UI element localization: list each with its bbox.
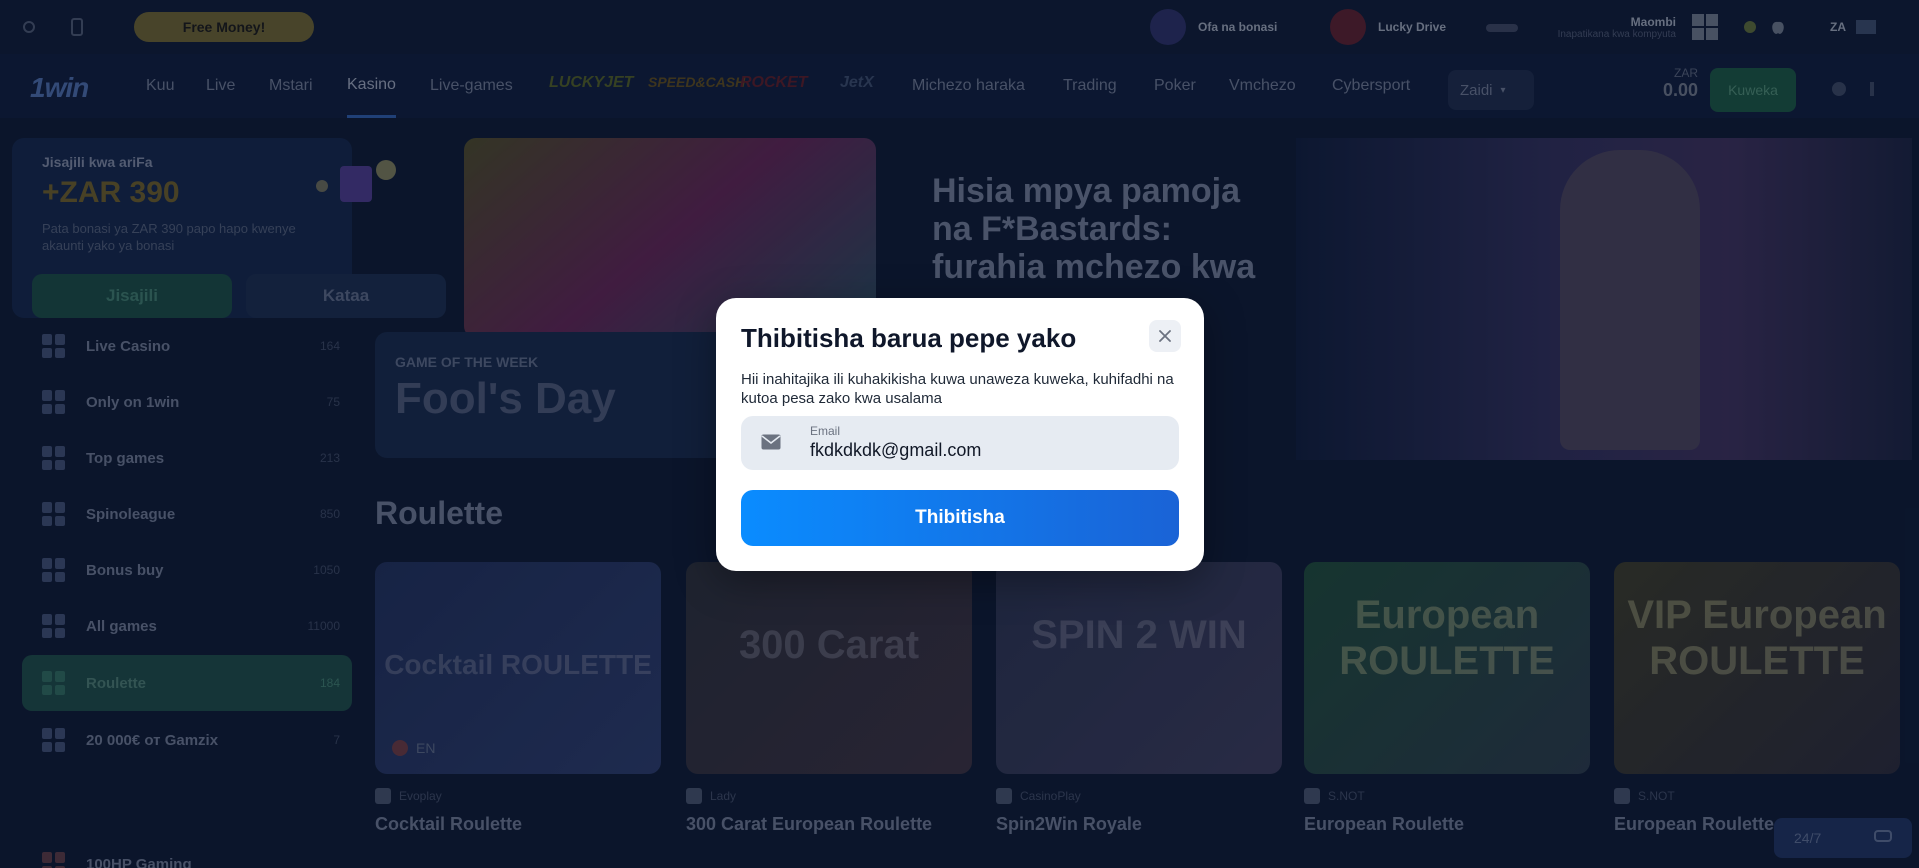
close-button[interactable] [1149, 320, 1181, 352]
modal-title: Thibitisha barua pepe yako [741, 323, 1077, 353]
modal-description: Hii inahitajika ili kuhakikisha kuwa una… [741, 371, 1174, 407]
verify-email-modal: Thibitisha barua pepe yako Hii inahitaji… [716, 298, 1204, 571]
close-icon [1159, 330, 1171, 342]
confirm-button[interactable]: Thibitisha [741, 490, 1179, 546]
email-field[interactable]: Email [741, 416, 1179, 470]
mail-icon [761, 434, 781, 450]
email-label: Email [810, 424, 841, 438]
email-input[interactable] [810, 440, 1160, 461]
